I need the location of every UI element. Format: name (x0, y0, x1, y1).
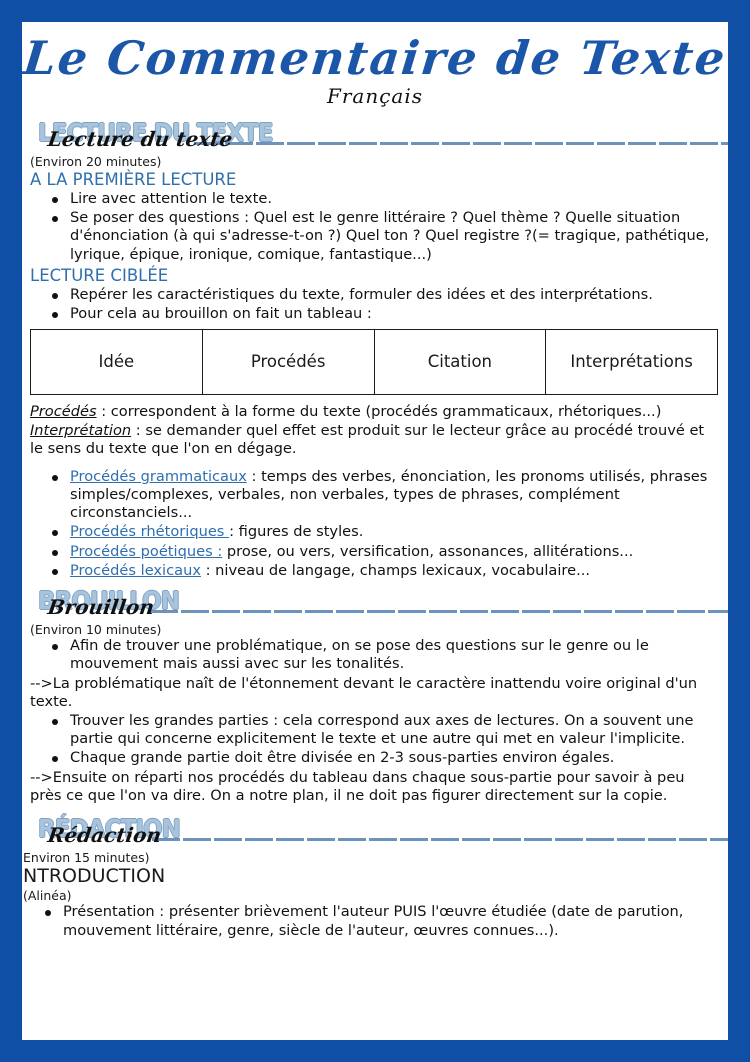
list-item: Lire avec attention le texte. (48, 190, 718, 208)
arrow-note: -->Ensuite on réparti nos procédés du ta… (30, 769, 685, 805)
list-item: Se poser des questions : Quel est le gen… (48, 209, 718, 263)
procede-text: figures de styles. (238, 523, 364, 541)
bullet-list-introduction: Présentation : présenter brièvement l'au… (23, 903, 718, 939)
section-body-lecture-du-texte: (Environ 20 minutes) A LA PREMIÈRE LECTU… (22, 154, 728, 579)
list-item: Procédés lexicaux : niveau de langage, c… (48, 562, 718, 580)
introduction-note: (Alinéa) (23, 888, 72, 904)
section-duration: (Environ 20 minutes) (30, 154, 162, 170)
section-body-redaction: Environ 15 minutes) NTRODUCTION (Alinéa)… (22, 850, 728, 940)
procede-label: Procédés lexicaux (70, 561, 201, 579)
table-header-idee: Idée (30, 328, 203, 395)
section-header-redaction: RÉDACTION Rédaction (22, 814, 728, 848)
bullet-list-lecture-ciblee: Repérer les caractéristiques du texte, f… (30, 286, 718, 323)
procede-text: prose, ou vers, versification, assonance… (226, 542, 634, 560)
page-subtitle: Français (326, 84, 424, 109)
document-title-block: Le Commentaire de Texte Français (22, 22, 728, 108)
list-item: Procédés grammaticaux : temps des verbes… (48, 468, 718, 522)
procede-text: niveau de langage, champs lexicaux, voca… (215, 561, 590, 579)
list-item: Repérer les caractéristiques du texte, f… (48, 286, 718, 304)
section-header-lecture-du-texte: LECTURE DU TEXTE Lecture du texte (22, 118, 728, 152)
list-item: Chaque grande partie doit être divisée e… (48, 749, 718, 767)
section-body-brouillon: (Environ 10 minutes) Afin de trouver une… (22, 622, 728, 806)
page-title: Le Commentaire de Texte (22, 31, 728, 85)
procede-label: Procédés rhétoriques (70, 523, 230, 541)
table-header-citation: Citation (373, 328, 547, 395)
table-header-interpretations: Interprétations (545, 328, 718, 395)
page-sheet: Le Commentaire de Texte Français LECTURE… (22, 22, 728, 1040)
header-rule (194, 142, 728, 146)
arrow-note: -->La problématique naît de l'étonnement… (30, 674, 698, 710)
section-title-script: Rédaction (46, 822, 163, 847)
section-title-script: Lecture du texte (46, 127, 234, 152)
bullet-list-brouillon-1: Afin de trouver une problématique, on se… (30, 637, 718, 673)
bullet-list-premiere-lecture: Lire avec attention le texte. Se poser d… (30, 190, 718, 263)
definition-text: correspondent à la forme du texte (procé… (110, 402, 662, 420)
bullet-list-brouillon-2: Trouver les grandes parties : cela corre… (30, 712, 718, 767)
list-item: Procédés poétiques : prose, ou vers, ver… (48, 543, 718, 561)
section-title-script: Brouillon (46, 594, 156, 619)
bullet-list-procedes-types: Procédés grammaticaux : temps des verbes… (30, 468, 718, 580)
procede-label: Procédés poétiques : (70, 542, 223, 560)
section-header-brouillon: BROUILLON Brouillon (22, 586, 728, 620)
definition-term: Interprétation (30, 421, 132, 439)
table-row: Idée Procédés Citation Interprétations (30, 328, 718, 395)
definition-separator: : (131, 421, 146, 439)
analysis-table: Idée Procédés Citation Interprétations (30, 328, 718, 395)
list-item: Afin de trouver une problématique, on se… (48, 637, 718, 673)
procede-separator: : (246, 468, 262, 486)
section-duration: (Environ 10 minutes) (30, 621, 162, 637)
list-item: Trouver les grandes parties : cela corre… (48, 712, 718, 748)
subsection-heading-introduction: NTRODUCTION (23, 864, 166, 887)
subsection-heading-lecture-ciblee: LECTURE CIBLÉE (30, 265, 169, 285)
header-rule (150, 609, 728, 613)
procede-separator: : (200, 561, 216, 579)
header-rule (152, 837, 728, 841)
definition-separator: : (96, 402, 111, 420)
definition-term: Procédés (30, 402, 97, 420)
section-duration: Environ 15 minutes) (23, 849, 150, 865)
list-item: Présentation : présenter brièvement l'au… (41, 903, 718, 939)
definition-procedes: Procédés : correspondent à la forme du t… (30, 403, 718, 421)
definition-interpretation: Interprétation : se demander quel effet … (30, 422, 718, 458)
list-item: Pour cela au brouillon on fait un tablea… (48, 305, 718, 323)
table-header-procedes: Procédés (201, 328, 375, 395)
list-item: Procédés rhétoriques : figures de styles… (48, 523, 718, 541)
procede-separator: : (229, 523, 239, 541)
procede-label: Procédés grammaticaux (70, 468, 247, 486)
subsection-heading-premiere-lecture: A LA PREMIÈRE LECTURE (30, 170, 237, 190)
